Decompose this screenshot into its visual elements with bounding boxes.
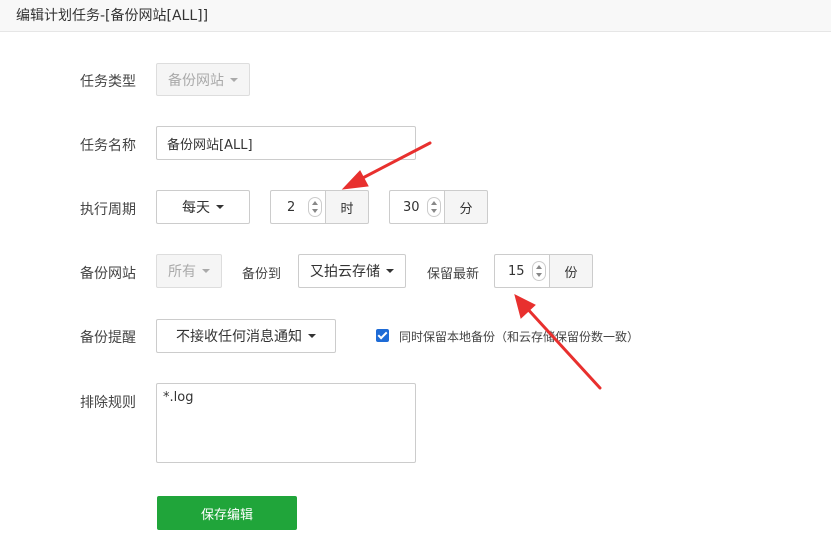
minute-unit: 分 [444, 190, 488, 224]
cycle-period-select[interactable]: 每天 [156, 190, 250, 224]
chevron-down-icon [202, 269, 210, 273]
chevron-down-icon [216, 205, 224, 209]
exclude-value: *.log [163, 390, 194, 405]
task-type-value: 备份网站 [168, 72, 224, 89]
spin-down-icon[interactable] [536, 273, 542, 277]
chevron-down-icon [386, 269, 394, 273]
keep-local-label[interactable]: 同时保留本地备份（和云存储保留份数一致） [399, 328, 639, 345]
spin-down-icon[interactable] [431, 209, 437, 213]
hour-value: 2 [287, 200, 296, 215]
annotation-arrowhead [514, 294, 536, 319]
hour-spinner[interactable] [308, 197, 322, 217]
chevron-down-icon [308, 334, 316, 338]
backup-to-select[interactable]: 又拍云存储 [298, 254, 406, 288]
keep-count-unit: 份 [549, 254, 593, 288]
keep-count-input[interactable]: 15 [494, 254, 549, 288]
notify-select[interactable]: 不接收任何消息通知 [156, 319, 336, 353]
backup-to-value: 又拍云存储 [310, 264, 380, 280]
keep-local-checkbox[interactable] [376, 329, 389, 342]
cycle-period-value: 每天 [182, 200, 210, 216]
hour-input[interactable]: 2 [270, 190, 325, 224]
task-type-select: 备份网站 [156, 63, 250, 96]
dialog-title: 编辑计划任务-[备份网站[ALL]] [16, 8, 209, 24]
backup-site-value: 所有 [168, 264, 196, 280]
spin-up-icon[interactable] [536, 265, 542, 269]
backup-site-select: 所有 [156, 254, 222, 288]
task-name-value: 备份网站[ALL] [167, 137, 253, 153]
task-type-label: 任务类型 [80, 74, 136, 90]
minute-input[interactable]: 30 [389, 190, 444, 224]
exclude-label: 排除规则 [80, 395, 136, 411]
chevron-down-icon [230, 77, 238, 82]
exclude-textarea[interactable]: *.log [156, 383, 416, 463]
backup-site-label: 备份网站 [80, 266, 136, 282]
spin-up-icon[interactable] [312, 201, 318, 205]
minute-input-group: 30 分 [389, 190, 488, 224]
task-name-input[interactable]: 备份网站[ALL] [156, 126, 416, 160]
spin-down-icon[interactable] [312, 209, 318, 213]
task-name-label: 任务名称 [80, 138, 136, 154]
annotation-arrow-line [522, 303, 602, 390]
minute-value: 30 [403, 200, 420, 215]
cycle-label: 执行周期 [80, 202, 136, 218]
keep-latest-label: 保留最新 [427, 267, 480, 282]
backup-to-label: 备份到 [242, 267, 282, 282]
dialog-title-bar: 编辑计划任务-[备份网站[ALL]] [0, 0, 831, 32]
keep-count-spinner[interactable] [532, 261, 546, 281]
notify-label: 备份提醒 [80, 330, 136, 346]
notify-value: 不接收任何消息通知 [176, 329, 302, 345]
keep-count-input-group: 15 份 [494, 254, 593, 288]
hour-unit: 时 [325, 190, 369, 224]
minute-spinner[interactable] [427, 197, 441, 217]
save-button[interactable]: 保存编辑 [157, 496, 297, 530]
keep-count-value: 15 [508, 264, 525, 279]
hour-input-group: 2 时 [270, 190, 369, 224]
spin-up-icon[interactable] [431, 201, 437, 205]
annotation-arrowhead [341, 170, 369, 190]
